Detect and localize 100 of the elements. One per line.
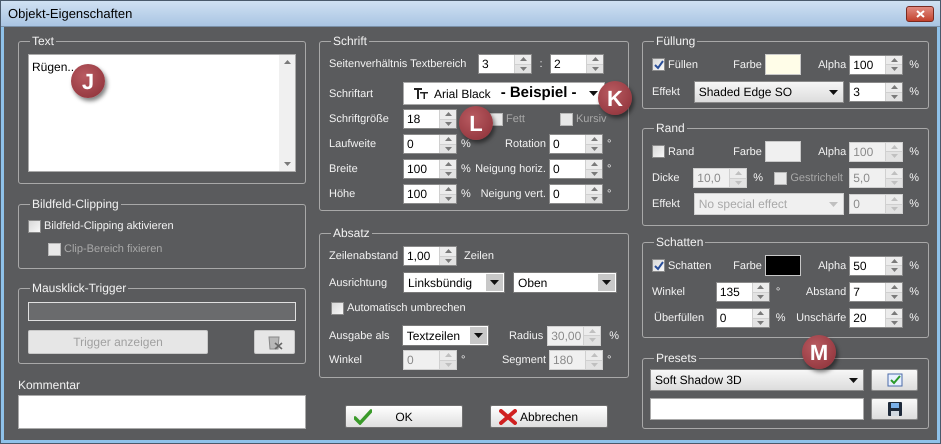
- field-label: Farbe: [732, 58, 762, 72]
- number-field[interactable]: 100: [403, 184, 457, 204]
- down-arrow-icon: [890, 67, 898, 72]
- up-arrow-icon: [590, 162, 598, 166]
- field-label: Überfüllen: [653, 311, 706, 325]
- spin-buttons[interactable]: [885, 309, 902, 327]
- up-arrow-icon: [590, 353, 598, 358]
- field-label: Abstand: [804, 285, 846, 299]
- delete-button[interactable]: [254, 330, 295, 354]
- spin-buttons[interactable]: [514, 55, 531, 73]
- unit-label: %: [774, 311, 786, 325]
- check-icon: [354, 408, 372, 424]
- number-field[interactable]: 100: [403, 159, 457, 179]
- scrollbar[interactable]: [279, 55, 295, 171]
- down-arrow-icon: [734, 180, 742, 185]
- trigger-field[interactable]: [28, 302, 296, 321]
- spin-buttons[interactable]: [439, 247, 456, 265]
- number-field[interactable]: 0: [716, 308, 770, 328]
- annotation-marker: L: [459, 106, 493, 140]
- annotation-marker: M: [802, 335, 836, 369]
- number-field[interactable]: 3: [849, 82, 904, 102]
- field-label: Höhe: [329, 187, 356, 201]
- color-swatch[interactable]: [764, 54, 801, 75]
- down-arrow-icon: [588, 338, 596, 342]
- ok-button[interactable]: OK: [345, 405, 463, 428]
- dropdown[interactable]: Shaded Edge SO: [694, 81, 844, 103]
- number-field[interactable]: 0: [549, 184, 603, 204]
- unit-label: °: [606, 162, 612, 176]
- spin-buttons[interactable]: [752, 283, 769, 301]
- spin-buttons[interactable]: [439, 160, 456, 178]
- up-arrow-icon: [590, 187, 598, 192]
- spin-buttons[interactable]: [752, 309, 769, 327]
- field-label: Effekt: [652, 197, 681, 211]
- close-button[interactable]: [906, 6, 934, 22]
- up-arrow-icon: [588, 328, 596, 333]
- spin-buttons[interactable]: [439, 110, 456, 128]
- field-label: Radius: [508, 328, 544, 342]
- spin-buttons[interactable]: [885, 83, 902, 101]
- number-field[interactable]: 3: [478, 54, 532, 74]
- caret-icon: [474, 333, 484, 338]
- up-arrow-icon: [284, 60, 290, 64]
- up-arrow-icon: [890, 85, 898, 90]
- dropdown[interactable]: Textzeilen: [402, 325, 490, 346]
- dropdown[interactable]: Linksbündig: [403, 272, 505, 293]
- apply-preset-button[interactable]: [871, 369, 918, 391]
- field-label: Alpha: [817, 258, 846, 272]
- dropdown[interactable]: Oben: [513, 272, 617, 293]
- annotation-marker: K: [598, 81, 632, 115]
- close-icon: [499, 408, 517, 424]
- up-arrow-icon: [757, 311, 764, 316]
- save-icon: [888, 402, 902, 416]
- down-arrow-icon: [592, 66, 598, 71]
- down-arrow-icon: [890, 320, 898, 325]
- spin-buttons[interactable]: [585, 135, 602, 153]
- number-field[interactable]: 20: [849, 308, 904, 328]
- dropdown[interactable]: Soft Shadow 3D: [650, 369, 864, 391]
- spin-buttons[interactable]: [439, 185, 456, 203]
- up-arrow-icon: [444, 249, 452, 254]
- number-field[interactable]: 7: [849, 282, 904, 302]
- down-arrow-icon: [444, 146, 452, 151]
- number-field[interactable]: 0: [403, 134, 457, 154]
- checkbox[interactable]: Bildfeld-Clipping aktivieren: [28, 219, 296, 233]
- checkbox[interactable]: Schatten: [652, 258, 732, 272]
- field-label: Zeilen: [464, 249, 494, 263]
- spin-buttons[interactable]: [585, 185, 602, 203]
- font-dropdown[interactable]: Arial Black - Beispiel -: [403, 82, 605, 105]
- checkbox[interactable]: Füllen: [652, 58, 732, 72]
- cancel-button[interactable]: Abbrechen: [490, 405, 608, 428]
- number-field[interactable]: 50: [849, 256, 904, 276]
- down-arrow-icon: [444, 258, 452, 263]
- spin-buttons[interactable]: [586, 55, 603, 73]
- unit-label: %: [908, 197, 919, 211]
- down-arrow-icon: [590, 362, 598, 367]
- down-arrow-icon: [444, 172, 452, 176]
- spin-buttons[interactable]: [585, 160, 602, 178]
- trash-icon: [266, 334, 282, 350]
- up-arrow-icon: [734, 171, 742, 176]
- color-swatch[interactable]: [764, 141, 801, 162]
- checkbox[interactable]: Rand: [652, 144, 732, 158]
- unit-label: °: [460, 353, 466, 367]
- number-field[interactable]: 100: [849, 54, 904, 74]
- number-field[interactable]: 2: [550, 54, 604, 74]
- spin-buttons[interactable]: [885, 256, 902, 274]
- down-arrow-icon: [890, 294, 898, 299]
- down-arrow-icon: [284, 162, 290, 166]
- checkbox[interactable]: Automatisch umbrechen: [331, 301, 619, 315]
- spin-buttons[interactable]: [885, 56, 902, 74]
- number-field[interactable]: 0: [549, 134, 603, 154]
- color-swatch[interactable]: [764, 255, 801, 276]
- spin-buttons[interactable]: [439, 135, 456, 153]
- spin-buttons[interactable]: [885, 283, 902, 301]
- caret-icon: [602, 280, 611, 285]
- number-field[interactable]: 135: [716, 282, 770, 302]
- window-title: Objekt-Eigenschaften: [8, 4, 132, 23]
- number-field[interactable]: 0: [549, 159, 603, 179]
- number-field[interactable]: 18: [403, 109, 457, 129]
- save-button[interactable]: [871, 398, 918, 420]
- preset-name-field[interactable]: [650, 398, 864, 420]
- number-field[interactable]: 1,00: [403, 246, 457, 266]
- comment-field[interactable]: [18, 395, 306, 429]
